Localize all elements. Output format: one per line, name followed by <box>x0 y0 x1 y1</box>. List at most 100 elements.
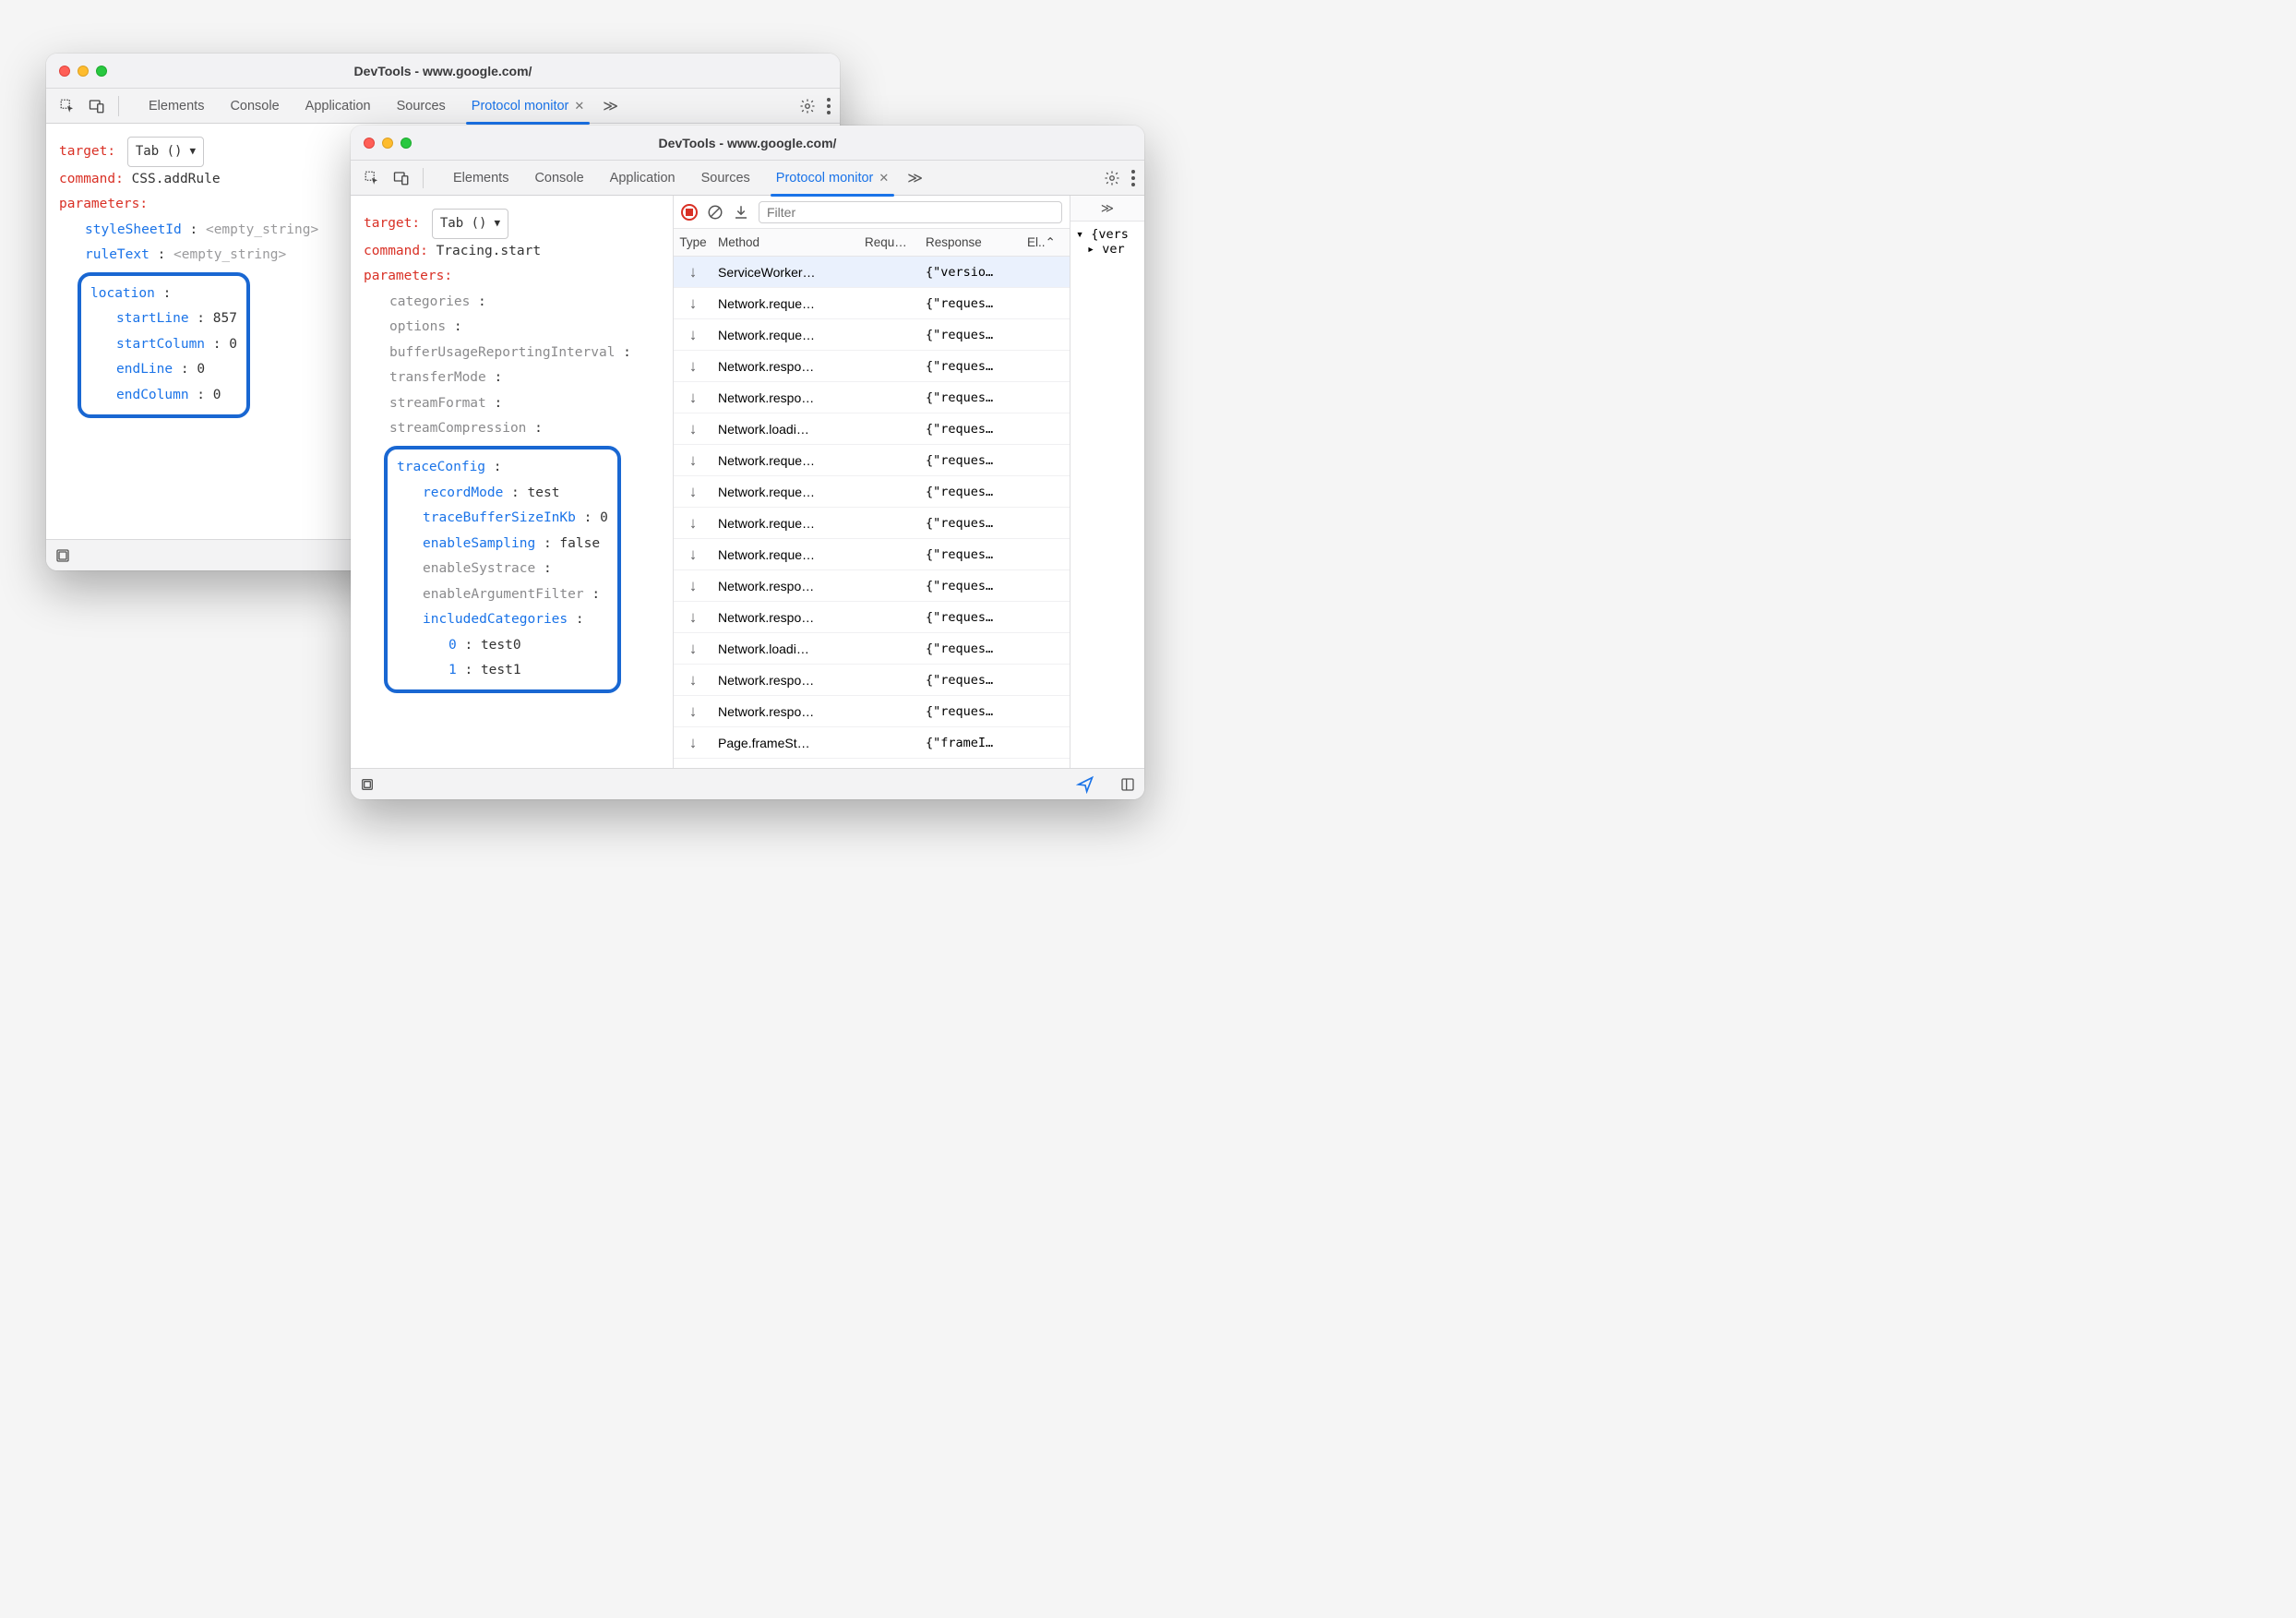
col-method[interactable]: Method <box>712 235 865 249</box>
inspect-icon[interactable] <box>55 94 79 118</box>
table-row[interactable]: ↓ Network.respo… {"reques… <box>674 382 1070 413</box>
param-group[interactable]: traceConfig : <box>397 455 608 481</box>
param-row[interactable]: enableSampling : false <box>397 532 608 557</box>
param-row[interactable]: enableArgumentFilter : <box>397 582 608 608</box>
row-response: {"reques… <box>926 296 1027 311</box>
download-icon[interactable] <box>733 204 749 221</box>
gear-icon[interactable] <box>799 98 816 114</box>
command-value[interactable]: CSS.addRule <box>132 172 221 186</box>
tabs-overflow-icon[interactable]: ≫ <box>902 169 928 187</box>
param-group[interactable]: location : <box>90 282 237 307</box>
param-key: bufferUsageReportingInterval <box>389 345 615 360</box>
param-row[interactable]: startLine : 857 <box>90 306 237 332</box>
content: target: Tab () ▼ command: Tracing.start … <box>351 196 1144 768</box>
table-row[interactable]: ↓ Network.respo… {"reques… <box>674 570 1070 602</box>
col-type[interactable]: Type <box>674 235 712 249</box>
highlight-box: location : startLine : 857 startColumn :… <box>78 272 250 418</box>
tree-root[interactable]: ▾ {vers <box>1076 227 1139 242</box>
table-row[interactable]: ↓ Network.respo… {"reques… <box>674 351 1070 382</box>
param-value: test0 <box>481 638 521 653</box>
param-value: 0 <box>600 510 608 525</box>
param-row[interactable]: startColumn : 0 <box>90 332 237 358</box>
param-row[interactable]: streamCompression : <box>364 416 662 442</box>
target-select[interactable]: Tab () ▼ <box>127 137 204 167</box>
tab-application[interactable]: Application <box>597 161 688 196</box>
minimize-icon[interactable] <box>382 138 393 149</box>
table-row[interactable]: ↓ Network.respo… {"reques… <box>674 696 1070 727</box>
kebab-icon[interactable] <box>1131 170 1135 186</box>
table-row[interactable]: ↓ Network.reque… {"reques… <box>674 508 1070 539</box>
tab-protocol-monitor[interactable]: Protocol monitor ✕ <box>459 89 597 124</box>
param-row[interactable]: 0 : test0 <box>397 633 608 659</box>
tab-console[interactable]: Console <box>521 161 596 196</box>
tabs-overflow-icon[interactable]: ≫ <box>597 97 624 115</box>
tab-elements[interactable]: Elements <box>136 89 217 124</box>
filter-input[interactable] <box>759 201 1062 223</box>
table-row[interactable]: ↓ Network.reque… {"reques… <box>674 539 1070 570</box>
gear-icon[interactable] <box>1104 170 1120 186</box>
tab-sources[interactable]: Sources <box>384 89 459 124</box>
param-row[interactable]: 1 : test1 <box>397 658 608 684</box>
table-row[interactable]: ↓ Network.reque… {"reques… <box>674 319 1070 351</box>
col-request[interactable]: Requ… <box>865 235 926 249</box>
param-row[interactable]: bufferUsageReportingInterval : <box>364 341 662 366</box>
tabs-overflow-icon[interactable]: ≫ <box>1070 196 1144 222</box>
clear-icon[interactable] <box>707 204 723 221</box>
arrow-down-icon: ↓ <box>674 451 712 470</box>
device-toggle-icon[interactable] <box>389 166 413 190</box>
table-row[interactable]: ↓ Network.respo… {"reques… <box>674 602 1070 633</box>
close-tab-icon[interactable]: ✕ <box>879 171 889 186</box>
close-icon[interactable] <box>364 138 375 149</box>
minimize-icon[interactable] <box>78 66 89 77</box>
kebab-icon[interactable] <box>827 98 831 114</box>
param-key: recordMode <box>423 485 503 500</box>
param-value: <empty_string> <box>206 222 318 237</box>
tab-application[interactable]: Application <box>293 89 384 124</box>
param-row[interactable]: categories : <box>364 290 662 316</box>
table-row[interactable]: ↓ Network.reque… {"reques… <box>674 476 1070 508</box>
table-row[interactable]: ↓ ServiceWorker… {"versio… <box>674 257 1070 288</box>
inspect-icon[interactable] <box>360 166 384 190</box>
zoom-icon[interactable] <box>96 66 107 77</box>
record-icon[interactable] <box>681 204 698 221</box>
table-row[interactable]: ↓ Page.frameSt… {"frameI… <box>674 727 1070 759</box>
table-row[interactable]: ↓ Network.loadi… {"reques… <box>674 413 1070 445</box>
param-row[interactable]: endLine : 0 <box>90 357 237 383</box>
tab-protocol-monitor[interactable]: Protocol monitor ✕ <box>763 161 902 196</box>
close-icon[interactable] <box>59 66 70 77</box>
tab-elements[interactable]: Elements <box>440 161 521 196</box>
protocol-table-pane: Type Method Requ… Response El..⌃ ↓ Servi… <box>674 196 1070 768</box>
drawer-toggle-icon[interactable] <box>360 777 375 792</box>
param-row[interactable]: transferMode : <box>364 366 662 391</box>
panel-toggle-icon[interactable] <box>1120 777 1135 792</box>
row-method: Network.respo… <box>712 673 865 688</box>
table-row[interactable]: ↓ Network.respo… {"reques… <box>674 665 1070 696</box>
device-toggle-icon[interactable] <box>85 94 109 118</box>
target-select[interactable]: Tab () ▼ <box>432 209 508 239</box>
table-row[interactable]: ↓ Network.reque… {"reques… <box>674 445 1070 476</box>
param-row[interactable]: includedCategories : <box>397 607 608 633</box>
tab-sources[interactable]: Sources <box>688 161 763 196</box>
send-icon[interactable] <box>1076 775 1094 794</box>
tab-console[interactable]: Console <box>217 89 292 124</box>
arrow-down-icon: ↓ <box>674 357 712 376</box>
table-row[interactable]: ↓ Network.loadi… {"reques… <box>674 633 1070 665</box>
close-tab-icon[interactable]: ✕ <box>574 99 584 114</box>
table-row[interactable]: ↓ Network.reque… {"reques… <box>674 288 1070 319</box>
param-row[interactable]: enableSystrace : <box>397 557 608 582</box>
zoom-icon[interactable] <box>401 138 412 149</box>
statusbar <box>351 768 1144 799</box>
col-response[interactable]: Response <box>926 235 1027 249</box>
row-method: Network.reque… <box>712 328 865 342</box>
param-row[interactable]: recordMode : test <box>397 481 608 507</box>
col-elapsed[interactable]: El..⌃ <box>1027 235 1070 250</box>
command-label: command <box>59 172 115 186</box>
param-row[interactable]: endColumn : 0 <box>90 383 237 409</box>
command-value[interactable]: Tracing.start <box>436 244 542 258</box>
command-row: command: Tracing.start <box>364 239 662 265</box>
param-row[interactable]: options : <box>364 315 662 341</box>
param-row[interactable]: traceBufferSizeInKb : 0 <box>397 506 608 532</box>
param-row[interactable]: streamFormat : <box>364 391 662 417</box>
tree-child[interactable]: ▸ ver <box>1076 242 1139 257</box>
drawer-toggle-icon[interactable] <box>55 548 70 563</box>
